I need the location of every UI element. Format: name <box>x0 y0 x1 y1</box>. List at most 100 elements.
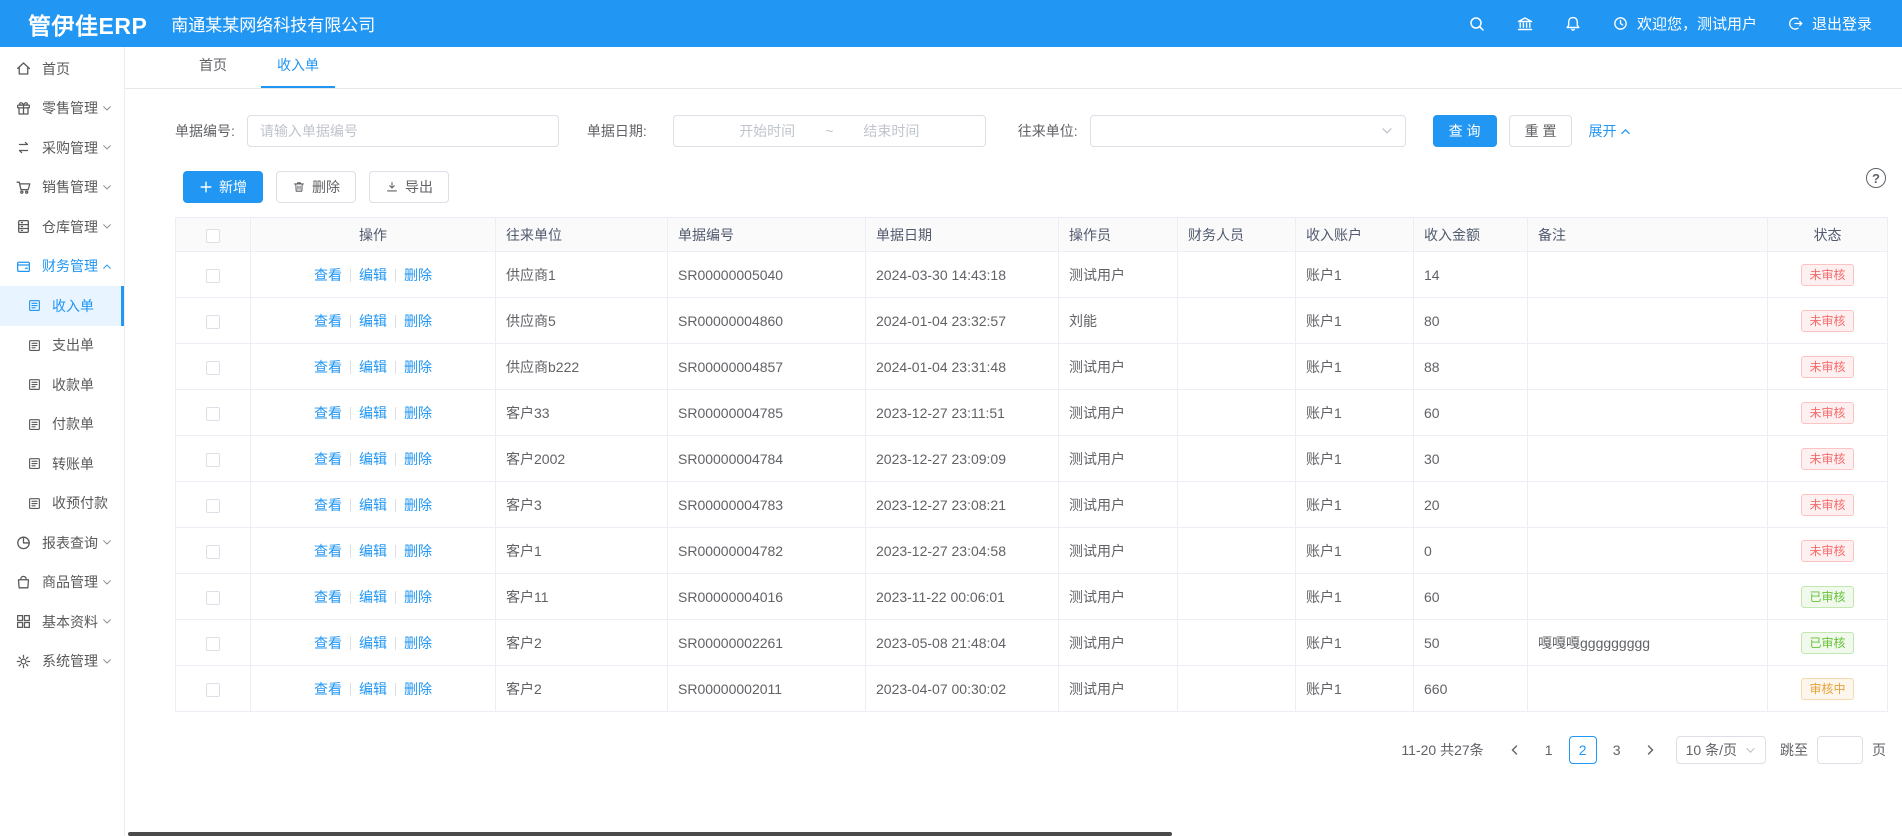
user-menu[interactable]: 欢迎您，测试用户 <box>1612 13 1757 34</box>
row-action-delete[interactable]: 删除 <box>404 543 432 559</box>
logout-label: 退出登录 <box>1812 13 1872 34</box>
row-action-view[interactable]: 查看 <box>314 267 342 283</box>
divider <box>350 315 351 328</box>
cell-bill-no: SR00000004785 <box>668 390 866 436</box>
row-checkbox[interactable] <box>206 361 220 375</box>
search-button[interactable]: 查 询 <box>1433 115 1497 147</box>
row-action-view[interactable]: 查看 <box>314 405 342 421</box>
sidebar-item-doc-支出单[interactable]: 支出单 <box>0 326 124 366</box>
sidebar-item-retail-零售管理[interactable]: 零售管理 <box>0 89 124 129</box>
date-range-picker[interactable]: 开始时间 ~ 结束时间 <box>673 115 986 147</box>
sidebar-item-warehouse-仓库管理[interactable]: 仓库管理 <box>0 207 124 247</box>
sidebar-item-doc-转账单[interactable]: 转账单 <box>0 444 124 484</box>
row-action-delete[interactable]: 删除 <box>404 451 432 467</box>
next-page-button[interactable] <box>1637 736 1665 764</box>
export-button[interactable]: 导出 <box>369 171 449 203</box>
tab-income-bill[interactable]: 收入单 <box>275 55 321 88</box>
row-action-edit[interactable]: 编辑 <box>359 359 387 375</box>
bank-icon[interactable] <box>1516 15 1534 33</box>
row-action-view[interactable]: 查看 <box>314 359 342 375</box>
sidebar-item-doc-付款单[interactable]: 付款单 <box>0 405 124 445</box>
row-action-delete[interactable]: 删除 <box>404 359 432 375</box>
row-checkbox[interactable] <box>206 453 220 467</box>
page-button-3[interactable]: 3 <box>1603 736 1631 764</box>
sidebar-item-purchase-采购管理[interactable]: 采购管理 <box>0 128 124 168</box>
page-size-select[interactable]: 10 条/页 <box>1676 736 1766 764</box>
row-checkbox[interactable] <box>206 683 220 697</box>
row-checkbox[interactable] <box>206 407 220 421</box>
bill-no-input[interactable] <box>247 115 559 147</box>
sidebar-item-doc-收款单[interactable]: 收款单 <box>0 365 124 405</box>
horizontal-scrollbar-thumb[interactable] <box>128 832 1172 836</box>
logout-button[interactable]: 退出登录 <box>1787 13 1872 34</box>
sidebar-item-sales-销售管理[interactable]: 销售管理 <box>0 168 124 208</box>
jump-page-input[interactable] <box>1817 736 1863 764</box>
delete-button[interactable]: 删除 <box>276 171 356 203</box>
row-action-delete[interactable]: 删除 <box>404 497 432 513</box>
row-action-edit[interactable]: 编辑 <box>359 543 387 559</box>
sales-icon <box>15 179 32 196</box>
row-action-delete[interactable]: 删除 <box>404 589 432 605</box>
welcome-text: 欢迎您，测试用户 <box>1637 13 1757 34</box>
row-checkbox[interactable] <box>206 269 220 283</box>
partner-select[interactable] <box>1090 115 1406 147</box>
expand-label: 展开 <box>1588 121 1616 141</box>
cell-operator: 测试用户 <box>1059 620 1178 666</box>
row-action-edit[interactable]: 编辑 <box>359 313 387 329</box>
row-action-view[interactable]: 查看 <box>314 681 342 697</box>
tab-home[interactable]: 首页 <box>197 55 229 88</box>
sidebar-item-label: 转账单 <box>52 454 112 474</box>
sidebar-item-doc-收入单[interactable]: 收入单 <box>0 286 124 326</box>
cell-finance-person <box>1178 620 1296 666</box>
select-all-checkbox[interactable] <box>206 229 220 243</box>
row-action-edit[interactable]: 编辑 <box>359 589 387 605</box>
reset-button[interactable]: 重 置 <box>1509 115 1573 147</box>
sidebar-item-finance-财务管理[interactable]: 财务管理 <box>0 247 124 287</box>
row-action-view[interactable]: 查看 <box>314 543 342 559</box>
page-size-value: 10 条/页 <box>1686 740 1737 760</box>
sidebar-item-goods-商品管理[interactable]: 商品管理 <box>0 563 124 603</box>
add-button[interactable]: 新增 <box>183 171 263 203</box>
row-action-edit[interactable]: 编辑 <box>359 451 387 467</box>
topbar-actions: 欢迎您，测试用户 退出登录 <box>1468 13 1902 34</box>
row-action-edit[interactable]: 编辑 <box>359 635 387 651</box>
status-badge: 未审核 <box>1801 494 1853 516</box>
row-action-delete[interactable]: 删除 <box>404 635 432 651</box>
page-button-2[interactable]: 2 <box>1569 736 1597 764</box>
row-action-edit[interactable]: 编辑 <box>359 497 387 513</box>
expand-filters-link[interactable]: 展开 <box>1588 121 1631 141</box>
column-header: 收入金额 <box>1414 218 1528 252</box>
row-action-view[interactable]: 查看 <box>314 451 342 467</box>
cell-finance-person <box>1178 528 1296 574</box>
table-row: 查看编辑删除客户2SR000000022612023-05-08 21:48:0… <box>176 620 1888 666</box>
purchase-icon <box>15 139 32 156</box>
row-action-view[interactable]: 查看 <box>314 497 342 513</box>
bell-icon[interactable] <box>1564 15 1582 33</box>
sidebar-item-system-系统管理[interactable]: 系统管理 <box>0 642 124 682</box>
row-action-edit[interactable]: 编辑 <box>359 681 387 697</box>
divider <box>350 683 351 696</box>
row-checkbox[interactable] <box>206 637 220 651</box>
row-checkbox[interactable] <box>206 545 220 559</box>
sidebar-item-report-报表查询[interactable]: 报表查询 <box>0 523 124 563</box>
sidebar-item-basic-基本资料[interactable]: 基本资料 <box>0 602 124 642</box>
row-action-view[interactable]: 查看 <box>314 635 342 651</box>
search-icon[interactable] <box>1468 15 1486 33</box>
row-action-delete[interactable]: 删除 <box>404 405 432 421</box>
row-action-delete[interactable]: 删除 <box>404 313 432 329</box>
sidebar-item-doc-收预付款[interactable]: 收预付款 <box>0 484 124 524</box>
row-checkbox[interactable] <box>206 591 220 605</box>
row-action-delete[interactable]: 删除 <box>404 267 432 283</box>
page-button-1[interactable]: 1 <box>1535 736 1563 764</box>
sidebar-item-home-首页[interactable]: 首页 <box>0 49 124 89</box>
sidebar-item-label: 零售管理 <box>42 98 102 118</box>
row-action-view[interactable]: 查看 <box>314 589 342 605</box>
prev-page-button[interactable] <box>1501 736 1529 764</box>
row-checkbox[interactable] <box>206 499 220 513</box>
row-checkbox[interactable] <box>206 315 220 329</box>
row-action-delete[interactable]: 删除 <box>404 681 432 697</box>
row-action-edit[interactable]: 编辑 <box>359 405 387 421</box>
row-action-view[interactable]: 查看 <box>314 313 342 329</box>
row-action-edit[interactable]: 编辑 <box>359 267 387 283</box>
cell-partner: 供应商1 <box>496 252 668 298</box>
